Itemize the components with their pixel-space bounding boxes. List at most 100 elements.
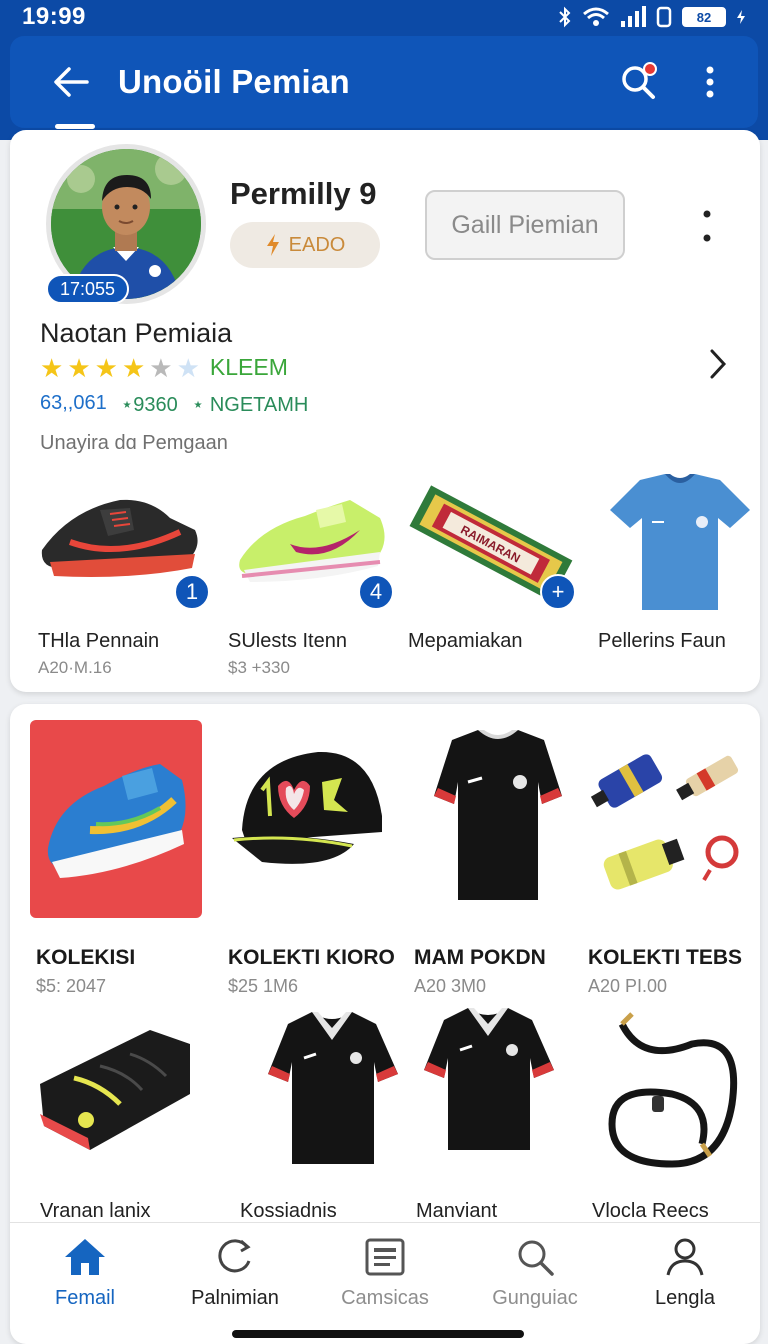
player-stats: 63,,061 ⋆9360 ⋆ NGETAMH [40, 392, 308, 417]
product-image [590, 470, 768, 620]
collection-image [222, 720, 402, 920]
nav-players[interactable]: Palnimian [160, 1223, 310, 1326]
collection-item[interactable]: Vlocla Reecs [582, 1004, 760, 1222]
bottom-navigation: Femail Palnimian Camsicas Gunguiac Lengl… [10, 1222, 760, 1326]
product-name: Pellerins Faun [598, 630, 726, 652]
refresh-icon [218, 1239, 251, 1273]
collection-item[interactable]: Manviant [416, 1000, 596, 1222]
bolt-icon [266, 234, 279, 256]
glove-icon [40, 1030, 190, 1150]
star-icon: ★ [121, 352, 146, 383]
collection-image [260, 1004, 440, 1204]
rating-label: KLEEM [209, 354, 288, 380]
product-name: Mepamiakan [408, 630, 523, 652]
player-profile-card: 17:055 Permilly 9 EADO Gaill Piemian Nao… [10, 130, 760, 692]
collection-price: A20 PI.00 [588, 976, 668, 996]
stat-value: ⋆9360 [120, 394, 178, 416]
collection-item[interactable]: Kossiadnis [240, 1004, 440, 1222]
product-badge: 4 [358, 574, 394, 610]
collection-price: $5: 2047 [36, 976, 107, 996]
document-icon [365, 1238, 405, 1276]
nav-home[interactable]: Femail [10, 1223, 160, 1326]
collection-price: $25 1M6 [228, 976, 299, 996]
nav-label: Camsicas [341, 1287, 429, 1309]
collection-item[interactable]: KOLEKISI $5: 2047 [30, 720, 210, 996]
section-name: Naotan Pemiaia [40, 318, 233, 348]
collection-image [30, 720, 202, 918]
collection-name: KOLEKTI TEBS [588, 946, 743, 969]
product-price: $3 +330 [228, 658, 290, 677]
collection-image [582, 720, 760, 920]
product-name: THla Pennain [38, 630, 160, 652]
collection-name: Kossiadnis [240, 1200, 337, 1222]
collection-item[interactable]: KOLEKTI KIORO $25 1M6 [222, 720, 402, 996]
collection-price: A20 3M0 [414, 976, 487, 996]
collection-name: KOLEKTI KIORO [228, 946, 395, 969]
status-pill[interactable]: EADO [230, 222, 380, 268]
accessories-icon [590, 754, 739, 890]
add-product-badge[interactable]: + [540, 574, 576, 610]
blue-jersey-icon [610, 474, 750, 610]
product-badge: 1 [174, 574, 210, 610]
nav-label: Femail [54, 1287, 115, 1309]
nav-label: Palnimian [191, 1287, 279, 1309]
app-bar: Unoöil Pemian [10, 36, 758, 128]
collection-name: KOLEKISI [36, 946, 136, 969]
battery-icon: 82 [682, 7, 726, 27]
wifi-icon [583, 7, 609, 26]
expand-profile-button[interactable] [700, 344, 736, 384]
status-icons: 82 [558, 6, 746, 28]
tab-indicator [55, 124, 95, 129]
product-name: SUlests Itenn [228, 630, 347, 652]
featured-products: 1 THla Pennain A20·M.16 4 SUlests Itenn … [30, 470, 750, 690]
notification-dot [643, 62, 657, 76]
signal-icon [621, 6, 646, 27]
more-vertical-icon [703, 210, 711, 242]
sim-icon [656, 6, 672, 28]
collection-item[interactable]: KOLEKTI TEBS A20 PI.00 [582, 720, 760, 996]
product-card[interactable]: Pellerins Faun [590, 470, 768, 685]
nav-label: Gunguiac [492, 1287, 578, 1309]
star-icon: ★ [67, 352, 91, 383]
nav-documents[interactable]: Camsicas [310, 1223, 460, 1326]
nav-profile[interactable]: Lengla [610, 1223, 760, 1326]
home-icon [65, 1239, 105, 1275]
collection-name: MAM POKDN [414, 946, 546, 969]
cap-icon [232, 751, 382, 864]
status-bar: 19:99 82 [0, 0, 768, 34]
back-arrow-icon [54, 67, 89, 97]
collection-name: Vranan lanix [40, 1200, 151, 1222]
profile-action-button[interactable]: Gaill Piemian [425, 190, 625, 260]
home-indicator[interactable] [232, 1330, 524, 1338]
search-button[interactable] [612, 56, 664, 108]
stat-value: 63,,061 [40, 392, 107, 414]
status-time: 19:99 [22, 3, 86, 30]
card-more-button[interactable] [692, 204, 722, 248]
polo-shirt-icon [268, 1012, 398, 1164]
battery-charge-icon [737, 10, 745, 24]
search-icon [518, 1240, 554, 1276]
product-card[interactable]: 1 THla Pennain A20·M.16 [30, 470, 210, 685]
collection-item[interactable]: MAM POKDN A20 3M0 [408, 720, 588, 996]
more-vertical-icon [706, 66, 714, 98]
more-options-button[interactable] [684, 56, 736, 108]
pill-label: EADO [288, 233, 346, 256]
collection-image [582, 1004, 760, 1204]
collection-image [408, 720, 588, 920]
empty-star-icon: ★ [176, 352, 200, 383]
star-icon: ★ [94, 352, 118, 383]
avatar-badge: 17:055 [46, 274, 130, 304]
stat-value: ⋆ NGETAMH [191, 394, 309, 416]
collection-item[interactable]: Vranan lanix [30, 1004, 210, 1222]
half-star-icon: ★ [149, 352, 173, 383]
nav-search[interactable]: Gunguiac [460, 1223, 610, 1326]
star-icon: ★ [40, 352, 64, 383]
product-card[interactable]: 4 SUlests Itenn $3 +330 [220, 470, 400, 685]
back-button[interactable] [42, 53, 100, 111]
product-card[interactable]: RAIMARAN + Mepamiakan [400, 470, 580, 685]
polo-shirt-icon [424, 1008, 554, 1150]
battery-level: 82 [696, 9, 712, 25]
black-jersey-icon [434, 730, 562, 900]
collection-image [416, 1000, 596, 1200]
bluetooth-icon [559, 6, 571, 28]
